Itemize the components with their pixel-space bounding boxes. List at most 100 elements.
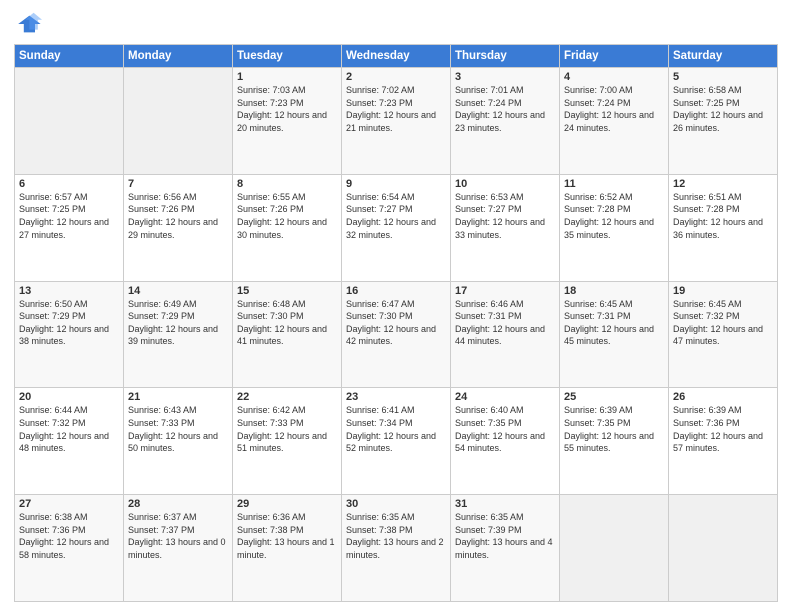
logo-icon [14,10,42,38]
day-info: Sunrise: 6:41 AMSunset: 7:34 PMDaylight:… [346,404,446,454]
day-number: 2 [346,71,446,83]
day-number: 15 [237,285,337,297]
day-cell: 5Sunrise: 6:58 AMSunset: 7:25 PMDaylight… [669,68,778,175]
day-cell: 30Sunrise: 6:35 AMSunset: 7:38 PMDayligh… [342,495,451,602]
weekday-header-saturday: Saturday [669,45,778,68]
day-number: 12 [673,178,773,190]
header [14,10,778,38]
week-row-2: 6Sunrise: 6:57 AMSunset: 7:25 PMDaylight… [15,174,778,281]
day-number: 14 [128,285,228,297]
day-cell: 10Sunrise: 6:53 AMSunset: 7:27 PMDayligh… [451,174,560,281]
day-number: 3 [455,71,555,83]
day-cell [560,495,669,602]
weekday-header-monday: Monday [124,45,233,68]
day-info: Sunrise: 6:48 AMSunset: 7:30 PMDaylight:… [237,298,337,348]
day-info: Sunrise: 6:37 AMSunset: 7:37 PMDaylight:… [128,511,228,561]
weekday-header-tuesday: Tuesday [233,45,342,68]
day-info: Sunrise: 6:47 AMSunset: 7:30 PMDaylight:… [346,298,446,348]
day-number: 16 [346,285,446,297]
day-cell: 2Sunrise: 7:02 AMSunset: 7:23 PMDaylight… [342,68,451,175]
logo [14,10,44,38]
day-cell: 11Sunrise: 6:52 AMSunset: 7:28 PMDayligh… [560,174,669,281]
day-info: Sunrise: 6:38 AMSunset: 7:36 PMDaylight:… [19,511,119,561]
day-cell: 14Sunrise: 6:49 AMSunset: 7:29 PMDayligh… [124,281,233,388]
day-number: 30 [346,498,446,510]
day-number: 17 [455,285,555,297]
week-row-5: 27Sunrise: 6:38 AMSunset: 7:36 PMDayligh… [15,495,778,602]
day-cell: 13Sunrise: 6:50 AMSunset: 7:29 PMDayligh… [15,281,124,388]
day-number: 31 [455,498,555,510]
day-info: Sunrise: 7:01 AMSunset: 7:24 PMDaylight:… [455,84,555,134]
day-info: Sunrise: 6:35 AMSunset: 7:39 PMDaylight:… [455,511,555,561]
day-number: 19 [673,285,773,297]
day-cell [124,68,233,175]
day-cell: 22Sunrise: 6:42 AMSunset: 7:33 PMDayligh… [233,388,342,495]
weekday-header-wednesday: Wednesday [342,45,451,68]
day-info: Sunrise: 6:45 AMSunset: 7:31 PMDaylight:… [564,298,664,348]
day-info: Sunrise: 6:50 AMSunset: 7:29 PMDaylight:… [19,298,119,348]
week-row-3: 13Sunrise: 6:50 AMSunset: 7:29 PMDayligh… [15,281,778,388]
weekday-header-sunday: Sunday [15,45,124,68]
day-info: Sunrise: 6:51 AMSunset: 7:28 PMDaylight:… [673,191,773,241]
calendar-table: SundayMondayTuesdayWednesdayThursdayFrid… [14,44,778,602]
day-cell: 29Sunrise: 6:36 AMSunset: 7:38 PMDayligh… [233,495,342,602]
day-cell: 23Sunrise: 6:41 AMSunset: 7:34 PMDayligh… [342,388,451,495]
day-info: Sunrise: 6:56 AMSunset: 7:26 PMDaylight:… [128,191,228,241]
weekday-header-row: SundayMondayTuesdayWednesdayThursdayFrid… [15,45,778,68]
day-info: Sunrise: 6:43 AMSunset: 7:33 PMDaylight:… [128,404,228,454]
week-row-1: 1Sunrise: 7:03 AMSunset: 7:23 PMDaylight… [15,68,778,175]
day-info: Sunrise: 6:54 AMSunset: 7:27 PMDaylight:… [346,191,446,241]
day-number: 25 [564,391,664,403]
day-cell: 27Sunrise: 6:38 AMSunset: 7:36 PMDayligh… [15,495,124,602]
weekday-header-friday: Friday [560,45,669,68]
day-cell: 21Sunrise: 6:43 AMSunset: 7:33 PMDayligh… [124,388,233,495]
day-cell: 4Sunrise: 7:00 AMSunset: 7:24 PMDaylight… [560,68,669,175]
day-info: Sunrise: 7:00 AMSunset: 7:24 PMDaylight:… [564,84,664,134]
day-info: Sunrise: 6:40 AMSunset: 7:35 PMDaylight:… [455,404,555,454]
day-number: 1 [237,71,337,83]
day-cell: 24Sunrise: 6:40 AMSunset: 7:35 PMDayligh… [451,388,560,495]
day-number: 6 [19,178,119,190]
day-number: 28 [128,498,228,510]
day-number: 29 [237,498,337,510]
day-cell: 3Sunrise: 7:01 AMSunset: 7:24 PMDaylight… [451,68,560,175]
day-info: Sunrise: 6:55 AMSunset: 7:26 PMDaylight:… [237,191,337,241]
day-cell: 6Sunrise: 6:57 AMSunset: 7:25 PMDaylight… [15,174,124,281]
day-cell: 15Sunrise: 6:48 AMSunset: 7:30 PMDayligh… [233,281,342,388]
day-number: 18 [564,285,664,297]
day-cell [669,495,778,602]
day-cell: 26Sunrise: 6:39 AMSunset: 7:36 PMDayligh… [669,388,778,495]
day-info: Sunrise: 6:46 AMSunset: 7:31 PMDaylight:… [455,298,555,348]
day-cell: 18Sunrise: 6:45 AMSunset: 7:31 PMDayligh… [560,281,669,388]
day-info: Sunrise: 6:49 AMSunset: 7:29 PMDaylight:… [128,298,228,348]
day-info: Sunrise: 6:57 AMSunset: 7:25 PMDaylight:… [19,191,119,241]
day-cell: 31Sunrise: 6:35 AMSunset: 7:39 PMDayligh… [451,495,560,602]
day-cell: 19Sunrise: 6:45 AMSunset: 7:32 PMDayligh… [669,281,778,388]
day-number: 26 [673,391,773,403]
weekday-header-thursday: Thursday [451,45,560,68]
week-row-4: 20Sunrise: 6:44 AMSunset: 7:32 PMDayligh… [15,388,778,495]
day-cell: 9Sunrise: 6:54 AMSunset: 7:27 PMDaylight… [342,174,451,281]
day-info: Sunrise: 6:53 AMSunset: 7:27 PMDaylight:… [455,191,555,241]
day-cell: 16Sunrise: 6:47 AMSunset: 7:30 PMDayligh… [342,281,451,388]
day-info: Sunrise: 6:36 AMSunset: 7:38 PMDaylight:… [237,511,337,561]
day-number: 8 [237,178,337,190]
day-number: 11 [564,178,664,190]
day-cell: 20Sunrise: 6:44 AMSunset: 7:32 PMDayligh… [15,388,124,495]
day-number: 20 [19,391,119,403]
page: SundayMondayTuesdayWednesdayThursdayFrid… [0,0,792,612]
day-cell: 28Sunrise: 6:37 AMSunset: 7:37 PMDayligh… [124,495,233,602]
day-info: Sunrise: 6:45 AMSunset: 7:32 PMDaylight:… [673,298,773,348]
day-info: Sunrise: 6:44 AMSunset: 7:32 PMDaylight:… [19,404,119,454]
day-number: 27 [19,498,119,510]
day-cell: 25Sunrise: 6:39 AMSunset: 7:35 PMDayligh… [560,388,669,495]
day-cell: 1Sunrise: 7:03 AMSunset: 7:23 PMDaylight… [233,68,342,175]
day-cell [15,68,124,175]
day-info: Sunrise: 6:58 AMSunset: 7:25 PMDaylight:… [673,84,773,134]
day-cell: 7Sunrise: 6:56 AMSunset: 7:26 PMDaylight… [124,174,233,281]
day-number: 21 [128,391,228,403]
day-info: Sunrise: 7:03 AMSunset: 7:23 PMDaylight:… [237,84,337,134]
day-number: 4 [564,71,664,83]
day-info: Sunrise: 6:39 AMSunset: 7:35 PMDaylight:… [564,404,664,454]
day-cell: 12Sunrise: 6:51 AMSunset: 7:28 PMDayligh… [669,174,778,281]
